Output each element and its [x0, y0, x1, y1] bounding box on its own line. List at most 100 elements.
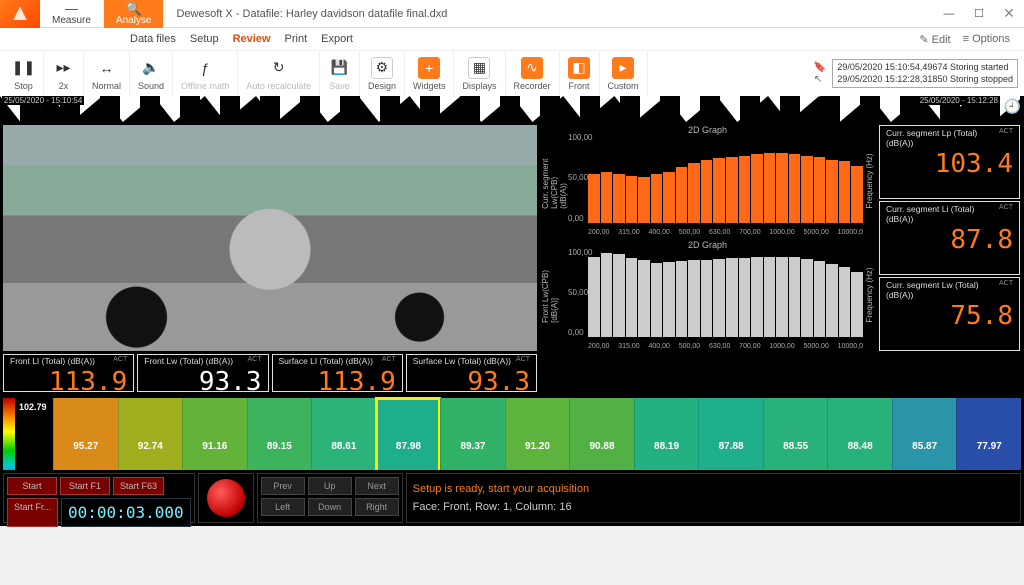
speaker-icon: 🔈	[140, 57, 162, 79]
timeline-end-label: 25/05/2020 - 15:12:28	[918, 96, 1000, 105]
tab-analyse[interactable]: 🔍 Analyse	[104, 0, 165, 28]
right-button[interactable]: Right	[355, 498, 399, 516]
left-button[interactable]: Left	[261, 498, 305, 516]
status-line-1: Setup is ready, start your acquisition	[413, 483, 1014, 495]
chart-bars	[588, 135, 863, 223]
card-front-lw[interactable]: Front Lw (Total) (dB(A))ACT93.3	[137, 354, 268, 392]
chart-ylabel: Curr. segment Lw(CPB) (dB(A))	[541, 153, 568, 209]
title-bar: — Measure 🔍 Analyse Dewesoft X - Datafil…	[0, 0, 1024, 28]
chart-bars	[588, 250, 863, 338]
save-icon: 💾	[328, 57, 350, 79]
start-f1-button[interactable]: Start F1	[60, 477, 110, 495]
status-panel: Setup is ready, start your acquisition F…	[406, 473, 1021, 523]
card-lw-total[interactable]: Curr. segment Lw (Total) (dB(A))ACT75.8	[879, 277, 1020, 351]
menu-bar: Data files Setup Review Print Export ✎ E…	[0, 28, 1024, 50]
window-minimize-icon[interactable]: —	[934, 4, 964, 24]
chart-ylabel: Front Lw(CPB) [dB(A)]	[541, 267, 559, 323]
tab-analyse-label: Analyse	[116, 15, 152, 26]
save-button[interactable]: 💾Save	[320, 51, 360, 97]
card-value: 103.4	[935, 148, 1013, 182]
chart-curr-segment-lw[interactable]: 2D Graph Curr. segment Lw(CPB) (dB(A)) F…	[540, 125, 875, 237]
recalc-icon: ↻	[268, 57, 290, 79]
sound-button[interactable]: 🔈Sound	[130, 51, 173, 97]
up-button[interactable]: Up	[308, 477, 352, 495]
card-front-li[interactable]: Front LI (Total) (dB(A))ACT113.9	[3, 354, 134, 392]
chart-rlabel: Frequency (Hz)	[865, 268, 874, 323]
menu-data-files[interactable]: Data files	[130, 33, 176, 45]
down-button[interactable]: Down	[308, 498, 352, 516]
timeline-waveform	[0, 96, 1024, 122]
control-strip: Start Start F1 Start F63 Start Fr... 00:…	[0, 470, 1024, 526]
custom-button[interactable]: ▸Custom	[600, 51, 648, 97]
start-buttons-group: Start Start F1 Start F63 Start Fr... 00:…	[3, 473, 195, 523]
event-log: 🔖 ↖ 29/05/2020 15:10:54,49674 Storing st…	[814, 59, 1024, 88]
workspace: 2D Graph Curr. segment Lw(CPB) (dB(A)) F…	[0, 122, 1024, 526]
app-logo	[0, 0, 40, 28]
ribbon-toolbar: ❚❚Stop ▸▸2x ↔Normal 🔈Sound ƒOffline math…	[0, 50, 1024, 96]
analyse-icon: 🔍	[126, 2, 142, 15]
timeline-start-label: 25/05/2020 - 15:10:54	[2, 96, 84, 105]
prev-button[interactable]: Prev	[261, 477, 305, 495]
start-f63-button[interactable]: Start F63	[113, 477, 164, 495]
card-lp-total[interactable]: Curr. segment Lp (Total) (dB(A))ACT103.4	[879, 125, 1020, 199]
top-charts: 2D Graph Curr. segment Lw(CPB) (dB(A)) F…	[540, 122, 875, 354]
speed-2x-button[interactable]: ▸▸2x	[44, 51, 84, 97]
displays-button[interactable]: ▦Displays	[454, 51, 505, 97]
bookmark-icon[interactable]: 🔖	[814, 62, 826, 73]
normal-button[interactable]: ↔Normal	[84, 51, 130, 97]
start-button[interactable]: Start	[7, 477, 57, 495]
plus-icon: +	[418, 57, 440, 79]
menu-setup[interactable]: Setup	[190, 33, 219, 45]
chart-xticks: 200,00315,00400,00500,00630,00700,001000…	[588, 343, 863, 350]
video-panel[interactable]	[3, 125, 537, 351]
big-cards-row: Front LI (Total) (dB(A))ACT113.9 Front L…	[0, 354, 540, 395]
menu-edit[interactable]: ✎ Edit	[919, 33, 950, 46]
menu-export[interactable]: Export	[321, 33, 353, 45]
next-button[interactable]: Next	[355, 477, 399, 495]
window-close-icon[interactable]: ✕	[994, 4, 1024, 24]
chart-xticks: 200,00315,00400,00500,00630,00700,001000…	[588, 229, 863, 236]
design-button[interactable]: ⚙Design	[360, 51, 405, 97]
status-line-2: Face: Front, Row: 1, Column: 16	[413, 501, 1014, 513]
side-cards: Curr. segment Lp (Total) (dB(A))ACT103.4…	[875, 122, 1024, 354]
timer-display: 00:00:03.000	[61, 498, 191, 527]
pencil-icon: ✎	[919, 34, 931, 46]
card-surface-lw[interactable]: Surface Lw (Total) (dB(A))ACT93.3	[406, 354, 537, 392]
chart-front-lw[interactable]: 2D Graph Front Lw(CPB) [dB(A)] Frequency…	[540, 240, 875, 352]
log-entries: 29/05/2020 15:10:54,49674 Storing starte…	[832, 59, 1018, 88]
record-indicator[interactable]	[198, 473, 254, 523]
window-maximize-icon[interactable]: ☐	[964, 4, 994, 24]
chart-rlabel: Frequency (Hz)	[865, 153, 874, 208]
normal-icon: ↔	[96, 57, 118, 79]
video-frame-image	[3, 125, 537, 351]
log-cursor-icon[interactable]: ↖	[814, 74, 826, 85]
log-line: 29/05/2020 15:12:28,31850 Storing stoppe…	[837, 74, 1013, 86]
recorder-button[interactable]: ∿Recorder	[506, 51, 560, 97]
menu-print[interactable]: Print	[285, 33, 308, 45]
menu-review[interactable]: Review	[233, 33, 271, 45]
tab-measure-label: Measure	[52, 15, 91, 26]
nav-buttons-group: Prev Up Next Left Down Right	[257, 473, 403, 523]
displays-icon: ▦	[468, 57, 490, 79]
front-icon: ◧	[568, 57, 590, 79]
clock-icon[interactable]: 🕘	[1004, 98, 1021, 115]
stop-button[interactable]: ❚❚Stop	[4, 51, 44, 97]
front-button[interactable]: ◧Front	[560, 51, 600, 97]
timeline[interactable]: 25/05/2020 - 15:10:54 25/05/2020 - 15:12…	[0, 96, 1024, 122]
fast-forward-icon: ▸▸	[53, 57, 75, 79]
card-li-total[interactable]: Curr. segment Li (Total) (dB(A))ACT87.8	[879, 201, 1020, 275]
offline-math-button[interactable]: ƒOffline math	[173, 51, 238, 97]
widgets-button[interactable]: +Widgets	[405, 51, 455, 97]
auto-recalculate-button[interactable]: ↻Auto recalculate	[238, 51, 320, 97]
hamburger-icon: ≡	[963, 33, 972, 45]
card-surface-li[interactable]: Surface LI (Total) (dB(A))ACT113.9	[272, 354, 403, 392]
measure-icon: —	[65, 2, 78, 15]
menu-options[interactable]: ≡ Options	[963, 33, 1010, 46]
tab-measure[interactable]: — Measure	[40, 0, 104, 28]
start-fr-button[interactable]: Start Fr...	[7, 498, 58, 527]
custom-icon: ▸	[612, 57, 634, 79]
log-line: 29/05/2020 15:10:54,49674 Storing starte…	[837, 62, 1013, 74]
recorder-icon: ∿	[521, 57, 543, 79]
record-dot-icon	[207, 479, 245, 517]
window-title: Dewesoft X - Datafile: Harley davidson d…	[176, 8, 447, 20]
